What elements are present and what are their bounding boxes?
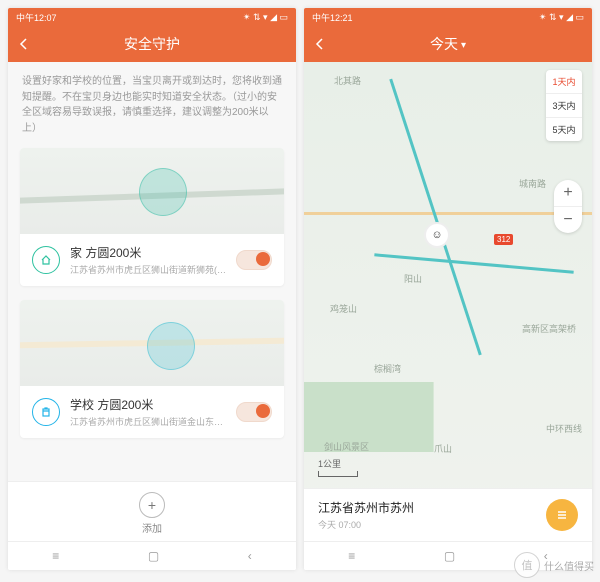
zone-address: 江苏省苏州市虎丘区狮山街道金山东路72号... [70,415,226,428]
zone-title: 家 方圆200米 [70,244,226,261]
list-fab[interactable] [546,499,578,531]
school-icon [32,398,60,426]
status-bar: 中午12:07 ✴ ⇅ ▾ ◢ ▭ [8,8,296,26]
phone-safety-guard: 中午12:07 ✴ ⇅ ▾ ◢ ▭ 安全守护 设置好家和学校的位置，当宝贝离开或… [8,8,296,570]
map-label: 北其路 [334,74,361,87]
range-option-5d[interactable]: 5天内 [546,118,582,141]
home-icon [32,246,60,274]
status-time: 中午12:07 [16,11,57,24]
nav-recent-icon[interactable]: ≡ [52,549,59,563]
watermark-text: 什么值得买 [544,558,594,573]
system-navbar: ≡ ▢ ‹ [8,541,296,570]
nav-home-icon[interactable]: ▢ [148,549,159,563]
nav-home-icon[interactable]: ▢ [444,549,455,563]
status-icons: ✴ ⇅ ▾ ◢ ▭ [539,12,584,23]
zoom-in-button[interactable]: + [554,180,582,207]
zone-map-preview [20,148,284,234]
status-icons: ✴ ⇅ ▾ ◢ ▭ [243,12,288,23]
chevron-down-icon: ▾ [461,40,466,51]
status-time: 中午12:21 [312,11,353,24]
back-button[interactable] [16,36,32,52]
zone-toggle[interactable] [236,250,272,270]
map-label: 鸡笼山 [330,302,357,315]
watermark: 值 什么值得买 [514,552,594,578]
back-button[interactable] [312,36,328,52]
map-label: 中环西线 [546,422,582,435]
time-range-selector: 1天内 3天内 5天内 [546,70,582,141]
header: 安全守护 [8,26,296,62]
nav-recent-icon[interactable]: ≡ [348,549,355,563]
description-text: 设置好家和学校的位置，当宝贝离开或到达时，您将收到通知提醒。不在宝贝身边也能实时… [8,62,296,148]
map-label: 高新区高架桥 [522,322,576,335]
range-option-1d[interactable]: 1天内 [546,70,582,94]
zone-card-home[interactable]: 家 方圆200米 江苏省苏州市虎丘区狮山街道新狮苑(西区)... [20,148,284,286]
plus-icon: + [139,492,165,518]
map-label: 阳山 [404,272,422,285]
content: 设置好家和学校的位置，当宝贝离开或到达时，您将收到通知提醒。不在宝贝身边也能实时… [8,62,296,541]
range-option-3d[interactable]: 3天内 [546,94,582,118]
add-zone[interactable]: + 添加 [8,481,296,541]
zoom-control: + − [554,180,582,233]
page-title: 安全守护 [124,34,180,54]
watermark-icon: 值 [514,552,540,578]
location-marker[interactable]: ☺ [424,222,450,248]
header: 今天▾ [304,26,592,62]
zone-toggle[interactable] [236,402,272,422]
location-card[interactable]: 江苏省苏州市苏州 今天 07:00 [304,488,592,541]
map-area[interactable]: 北其路 城南路 鸡笼山 阳山 棕榈湾 高新区高架桥 爪山 中环西线 剑山风景区 … [304,62,592,541]
zone-title: 学校 方圆200米 [70,396,226,413]
location-title: 江苏省苏州市苏州 [318,499,546,516]
map-label: 城南路 [519,177,546,190]
map-label: 剑山风景区 [324,440,369,453]
phone-track-today: 中午12:21 ✴ ⇅ ▾ ◢ ▭ 今天▾ 北其路 城南路 鸡笼山 阳山 棕榈湾… [304,8,592,570]
map-scale: 1公里 [318,457,358,477]
add-label: 添加 [142,520,162,535]
zone-map-preview [20,300,284,386]
zone-card-school[interactable]: 学校 方圆200米 江苏省苏州市虎丘区狮山街道金山东路72号... [20,300,284,438]
page-title[interactable]: 今天▾ [430,34,466,54]
map-label: 爪山 [434,442,452,455]
location-time: 今天 07:00 [318,518,546,531]
zoom-out-button[interactable]: − [554,207,582,233]
status-bar: 中午12:21 ✴ ⇅ ▾ ◢ ▭ [304,8,592,26]
map-label: 棕榈湾 [374,362,401,375]
route-badge: 312 [494,234,513,245]
zone-address: 江苏省苏州市虎丘区狮山街道新狮苑(西区)... [70,263,226,276]
nav-back-icon[interactable]: ‹ [248,549,252,563]
